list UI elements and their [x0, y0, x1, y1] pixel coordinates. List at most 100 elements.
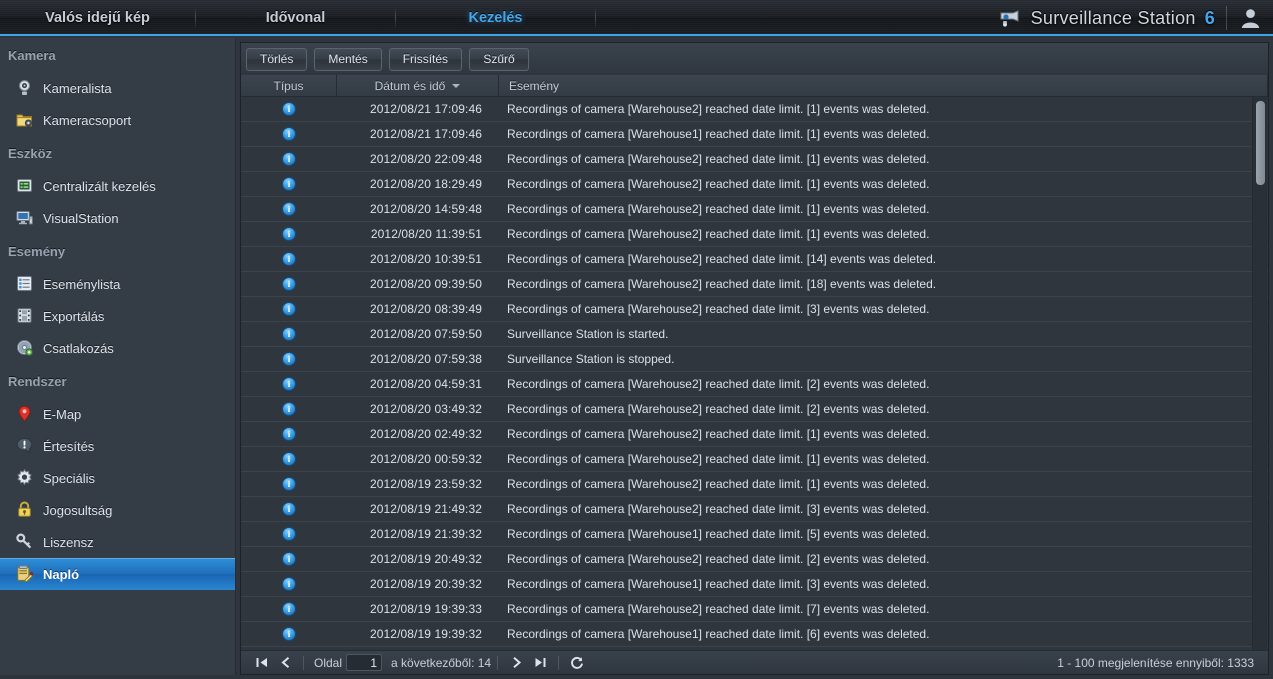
- sidebar-item-kameracsoport[interactable]: Kameracsoport: [0, 104, 235, 136]
- sidebar-item-jogosults-g[interactable]: Jogosultság: [0, 494, 235, 526]
- sidebar-item-visualstation[interactable]: VisualStation: [0, 202, 235, 234]
- cell-datetime: 2012/08/20 07:59:38: [369, 352, 482, 366]
- column-header-datetime[interactable]: Dátum és idő: [337, 75, 499, 96]
- cell-event: Recordings of camera [Warehouse2] reache…: [507, 477, 930, 491]
- cell-datetime: 2012/08/19 23:59:32: [369, 477, 482, 491]
- sidebar-item-label: Liszensz: [43, 534, 94, 550]
- sidebar-item-label: E-Map: [43, 406, 82, 422]
- table-row[interactable]: i 2012/08/20 22:09:48 Recordings of camera…: [241, 147, 1268, 172]
- info-icon: i: [282, 327, 296, 341]
- cell-event: Recordings of camera [Warehouse2] reache…: [507, 102, 930, 116]
- tab-management-label: Kezelés: [468, 10, 523, 26]
- tab-live-view[interactable]: Valós idejű kép: [0, 0, 195, 36]
- last-page-icon[interactable]: [528, 653, 552, 673]
- log-table-body[interactable]: i 2012/08/21 17:09:46 Recordings of camera…: [241, 97, 1268, 652]
- column-header-event[interactable]: Esemény: [499, 75, 1268, 96]
- tab-timeline[interactable]: Idővonal: [196, 0, 395, 36]
- cell-event: Recordings of camera [Warehouse2] reache…: [507, 602, 930, 616]
- table-row[interactable]: i 2012/08/19 20:39:32 Recordings of camera…: [241, 572, 1268, 597]
- lock-icon: [16, 501, 35, 520]
- record-count-label: 1 - 100 megjelenítése ennyiből: 1333: [1057, 655, 1254, 670]
- sidebar-item-kameralista[interactable]: Kameralista: [0, 72, 235, 104]
- delete-button[interactable]: Törlés: [246, 47, 308, 71]
- table-row[interactable]: i 2012/08/20 02:49:32 Recordings of camera…: [241, 422, 1268, 447]
- sidebar-item-label: Speciális: [43, 470, 96, 486]
- sidebar-item-napl[interactable]: Napló: [0, 558, 235, 590]
- info-icon: i: [282, 427, 296, 441]
- column-header-type[interactable]: Típus: [241, 75, 337, 96]
- sidebar-item-centraliz-lt-kezel-s[interactable]: Centralizált kezelés: [0, 170, 235, 202]
- notification-icon: [16, 437, 35, 456]
- cell-datetime: 2012/08/20 07:59:50: [369, 327, 482, 341]
- info-icon: i: [282, 202, 296, 216]
- table-row[interactable]: i 2012/08/20 00:59:32 Recordings of camera…: [241, 447, 1268, 472]
- sidebar-item-csatlakoz-s[interactable]: Csatlakozás: [0, 332, 235, 364]
- table-row[interactable]: i 2012/08/20 14:59:48 Recordings of camera…: [241, 197, 1268, 222]
- camera-icon: [1000, 9, 1022, 27]
- tab-timeline-label: Idővonal: [265, 10, 326, 26]
- pager-separator: [497, 655, 499, 670]
- table-header: Típus Dátum és idő Esemény: [241, 75, 1268, 97]
- table-row[interactable]: i 2012/08/19 23:59:32 Recordings of camera…: [241, 472, 1268, 497]
- table-row[interactable]: i 2012/08/21 17:09:46 Recordings of camera…: [241, 97, 1268, 122]
- scrollbar-thumb[interactable]: [1256, 101, 1265, 185]
- next-page-icon[interactable]: [504, 653, 528, 673]
- table-row[interactable]: i 2012/08/20 11:39:51 Recordings of camera…: [241, 222, 1268, 247]
- page-number-input[interactable]: [346, 654, 383, 671]
- table-row[interactable]: i 2012/08/19 19:39:33 Recordings of camera…: [241, 597, 1268, 622]
- table-row[interactable]: i 2012/08/19 21:39:32 Recordings of camera…: [241, 522, 1268, 547]
- table-row[interactable]: i 2012/08/20 09:39:50 Recordings of camera…: [241, 272, 1268, 297]
- table-row[interactable]: i 2012/08/20 08:39:49 Recordings of camera…: [241, 297, 1268, 322]
- cell-datetime: 2012/08/19 19:39:32: [369, 627, 482, 641]
- table-row[interactable]: i 2012/08/20 10:39:51 Recordings of camera…: [241, 247, 1268, 272]
- sidebar-item-label: Napló: [43, 566, 80, 582]
- cell-datetime: 2012/08/19 20:49:32: [369, 552, 482, 566]
- monitor-icon: [16, 209, 35, 228]
- sidebar-item-liszensz[interactable]: Liszensz: [0, 526, 235, 558]
- table-row[interactable]: i 2012/08/20 07:59:50 Surveillance Station…: [241, 322, 1268, 347]
- table-row[interactable]: i 2012/08/20 04:59:31 Recordings of camera…: [241, 372, 1268, 397]
- first-page-icon[interactable]: [249, 653, 273, 673]
- user-avatar-icon[interactable]: [1233, 4, 1267, 32]
- info-icon: i: [282, 502, 296, 516]
- cell-datetime: 2012/08/20 00:59:32: [369, 452, 482, 466]
- sidebar-section-kamera: Kamera: [8, 47, 56, 63]
- cell-datetime: 2012/08/20 22:09:48: [369, 152, 482, 166]
- table-row[interactable]: i 2012/08/20 07:59:38 Surveillance Station…: [241, 347, 1268, 372]
- save-button[interactable]: Mentés: [314, 47, 382, 71]
- cell-event: Recordings of camera [Warehouse1] reache…: [507, 627, 930, 641]
- sidebar-item-export-l-s[interactable]: Exportálás: [0, 300, 235, 332]
- table-row[interactable]: i 2012/08/20 18:29:49 Recordings of camera…: [241, 172, 1268, 197]
- sort-descending-icon: [452, 83, 461, 88]
- gear-icon: [16, 468, 35, 488]
- sidebar-item-speci-lis[interactable]: Speciális: [0, 462, 235, 494]
- cell-event: Recordings of camera [Warehouse2] reache…: [507, 177, 930, 191]
- cell-type: i: [241, 277, 337, 291]
- cell-event: Recordings of camera [Warehouse2] reache…: [507, 452, 930, 466]
- sidebar-item-esem-nylista[interactable]: Eseménylista: [0, 268, 235, 300]
- sidebar-section-eszköz: Eszköz: [8, 145, 53, 161]
- cell-datetime: 2012/08/20 04:59:31: [369, 377, 482, 391]
- sidebar-item-rtes-t-s[interactable]: Értesítés: [0, 430, 235, 462]
- info-icon: i: [282, 302, 296, 316]
- prev-page-icon[interactable]: [273, 653, 297, 673]
- table-row[interactable]: i 2012/08/19 20:49:32 Recordings of camera…: [241, 547, 1268, 572]
- tab-management[interactable]: Kezelés: [396, 0, 595, 36]
- info-icon: i: [282, 627, 296, 641]
- table-row[interactable]: i 2012/08/19 19:39:32 Recordings of camera…: [241, 622, 1268, 647]
- table-row[interactable]: i 2012/08/21 17:09:46 Recordings of camera…: [241, 122, 1268, 147]
- vertical-scrollbar[interactable]: [1252, 97, 1267, 652]
- cell-event: Recordings of camera [Warehouse2] reache…: [507, 277, 937, 291]
- sidebar-item-e-map[interactable]: E-Map: [0, 398, 235, 430]
- reload-icon[interactable]: [565, 653, 589, 673]
- refresh-button[interactable]: Frissítés: [388, 47, 463, 71]
- info-icon: i: [282, 402, 296, 416]
- cell-type: i: [241, 627, 337, 641]
- table-row[interactable]: i 2012/08/20 03:49:32 Recordings of camera…: [241, 397, 1268, 422]
- brand-title: Surveillance Station: [1030, 7, 1196, 28]
- top-bar: Valós idejű kép Idővonal Kezelés Surveil…: [0, 0, 1273, 36]
- cell-type: i: [241, 327, 337, 341]
- cell-event: Recordings of camera [Warehouse2] reache…: [507, 302, 930, 316]
- filter-button[interactable]: Szűrő: [469, 47, 530, 71]
- table-row[interactable]: i 2012/08/19 21:49:32 Recordings of camera…: [241, 497, 1268, 522]
